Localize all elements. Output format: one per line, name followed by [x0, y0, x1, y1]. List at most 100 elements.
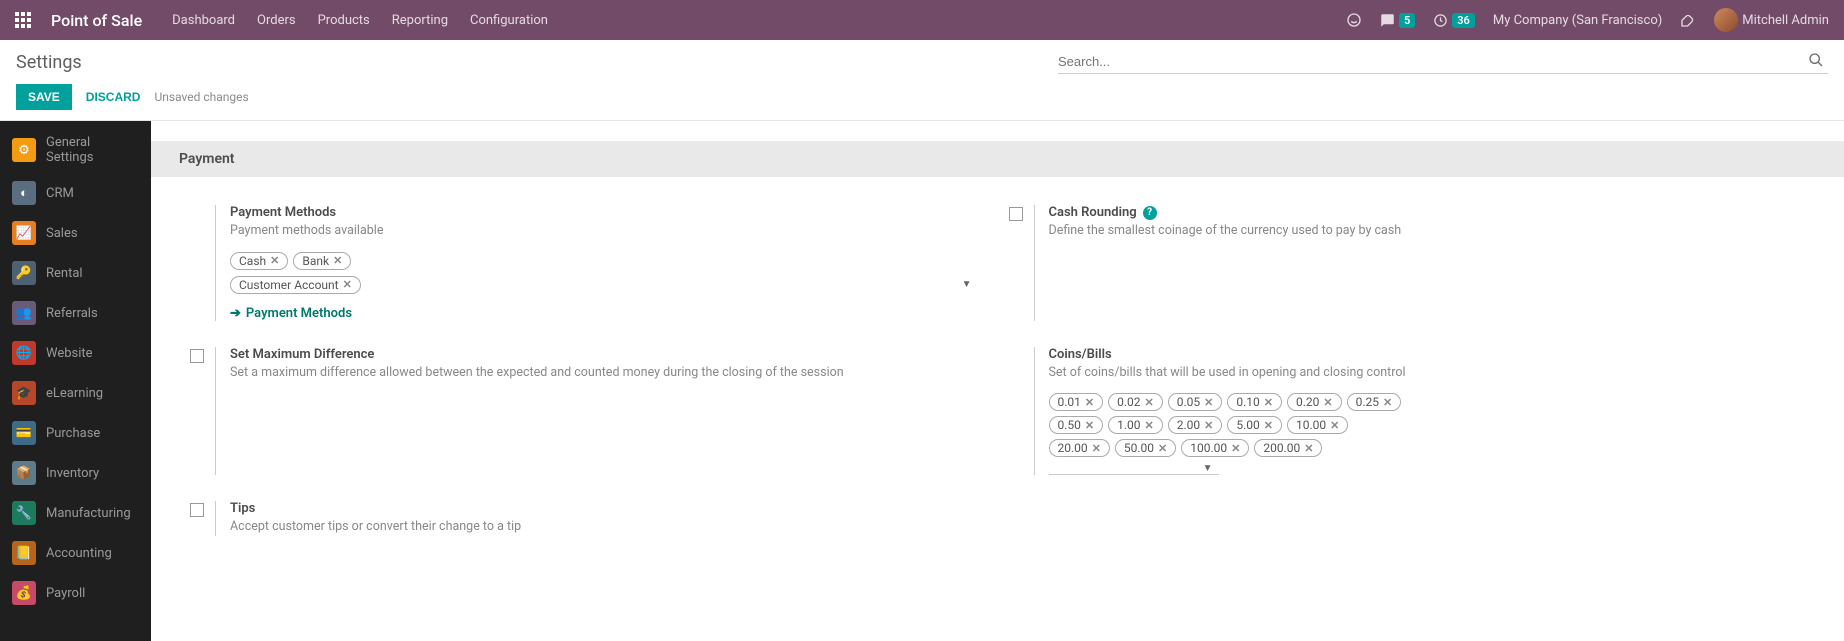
dropdown-caret-icon[interactable]: ▼: [1197, 463, 1219, 474]
sidebar-item-elearning[interactable]: 🎓eLearning: [0, 373, 151, 413]
settings-content: Payment Payment Methods Payment methods …: [151, 121, 1844, 641]
remove-icon[interactable]: ✕: [343, 278, 352, 291]
save-button[interactable]: SAVE: [16, 84, 72, 110]
sidebar-item-website[interactable]: 🌐Website: [0, 333, 151, 373]
payment-method-tags: Cash✕ Bank✕: [230, 252, 978, 270]
tag-coin[interactable]: 200.00✕: [1254, 439, 1322, 457]
coins-tags: 0.01✕0.02✕ 0.05✕0.10✕ 0.20✕ 0.25✕ 0.50✕1.00✕…: [1049, 393, 1409, 457]
help-icon[interactable]: ?: [1143, 206, 1157, 220]
user-menu[interactable]: Mitchell Admin: [1714, 8, 1829, 32]
nav-products[interactable]: Products: [318, 13, 370, 28]
tag-coin[interactable]: 0.50✕: [1049, 416, 1104, 434]
setting-title: Payment Methods: [230, 205, 978, 220]
setting-tips: Tips Accept customer tips or convert the…: [179, 493, 998, 554]
activities-icon[interactable]: 36: [1433, 13, 1475, 28]
setting-title: Set Maximum Difference: [230, 347, 978, 362]
action-row: SAVE DISCARD Unsaved changes: [16, 84, 1828, 120]
tag-customer-account[interactable]: Customer Account✕: [230, 276, 361, 294]
nav-configuration[interactable]: Configuration: [470, 13, 548, 28]
remove-icon[interactable]: ✕: [1330, 419, 1339, 432]
remove-icon[interactable]: ✕: [1092, 442, 1101, 455]
sidebar-item-rental[interactable]: 🔑Rental: [0, 253, 151, 293]
tag-coin[interactable]: 1.00✕: [1108, 416, 1163, 434]
sidebar-item-manufacturing[interactable]: 🔧Manufacturing: [0, 493, 151, 533]
payment-methods-link[interactable]: ➔ Payment Methods: [230, 306, 352, 321]
handshake-icon: ◐: [12, 181, 36, 205]
setting-title: Coins/Bills: [1049, 347, 1797, 362]
tag-coin[interactable]: 20.00✕: [1049, 439, 1110, 457]
tag-coin[interactable]: 0.02✕: [1108, 393, 1163, 411]
search-input[interactable]: [1058, 50, 1804, 73]
tag-coin[interactable]: 0.10✕: [1227, 393, 1282, 411]
checkbox-max-difference[interactable]: [190, 349, 204, 363]
sidebar-item-purchase[interactable]: 💳Purchase: [0, 413, 151, 453]
money-icon: 💰: [12, 581, 36, 605]
tag-bank[interactable]: Bank✕: [293, 252, 351, 270]
graduation-icon: 🎓: [12, 381, 36, 405]
tag-coin[interactable]: 2.00✕: [1168, 416, 1223, 434]
sidebar-item-label: Accounting: [46, 546, 112, 561]
key-icon: 🔑: [12, 261, 36, 285]
search-box[interactable]: [1058, 50, 1828, 74]
support-icon[interactable]: [1346, 12, 1362, 28]
nav-reporting[interactable]: Reporting: [392, 13, 448, 28]
remove-icon[interactable]: ✕: [1145, 419, 1154, 432]
remove-icon[interactable]: ✕: [1145, 396, 1154, 409]
tag-coin[interactable]: 5.00✕: [1227, 416, 1282, 434]
remove-icon[interactable]: ✕: [1204, 419, 1213, 432]
remove-icon[interactable]: ✕: [270, 254, 279, 267]
debug-icon[interactable]: [1680, 12, 1696, 28]
navbar-left: Point of Sale Dashboard Orders Products …: [15, 11, 548, 30]
sidebar-item-crm[interactable]: ◐CRM: [0, 173, 151, 213]
tag-coin[interactable]: 100.00✕: [1181, 439, 1249, 457]
nav-orders[interactable]: Orders: [257, 13, 296, 28]
box-icon: 📦: [12, 461, 36, 485]
sidebar-item-general-settings[interactable]: ⚙ General Settings: [0, 127, 151, 173]
main-area: ⚙ General Settings ◐CRM 📈Sales 🔑Rental 👥R…: [0, 120, 1844, 641]
tag-coin[interactable]: 50.00✕: [1115, 439, 1176, 457]
tag-coin[interactable]: 10.00✕: [1287, 416, 1348, 434]
gear-icon: ⚙: [12, 138, 36, 162]
remove-icon[interactable]: ✕: [1085, 419, 1094, 432]
remove-icon[interactable]: ✕: [1264, 419, 1273, 432]
remove-icon[interactable]: ✕: [1085, 396, 1094, 409]
nav-dashboard[interactable]: Dashboard: [172, 13, 235, 28]
activities-badge: 36: [1452, 13, 1475, 28]
sidebar-item-sales[interactable]: 📈Sales: [0, 213, 151, 253]
remove-icon[interactable]: ✕: [1204, 396, 1213, 409]
tag-coin[interactable]: 0.01✕: [1049, 393, 1104, 411]
messages-icon[interactable]: 5: [1380, 13, 1415, 28]
checkbox-tips[interactable]: [190, 503, 204, 517]
remove-icon[interactable]: ✕: [1383, 396, 1392, 409]
tag-coin[interactable]: 0.20✕: [1287, 393, 1342, 411]
setting-desc: Set a maximum difference allowed between…: [230, 364, 978, 382]
sidebar-item-referrals[interactable]: 👥Referrals: [0, 293, 151, 333]
discard-button[interactable]: DISCARD: [86, 90, 141, 104]
tag-cash[interactable]: Cash✕: [230, 252, 288, 270]
status-text: Unsaved changes: [154, 90, 248, 104]
search-icon[interactable]: [1804, 52, 1828, 72]
chart-icon: 📈: [12, 221, 36, 245]
app-brand[interactable]: Point of Sale: [51, 11, 142, 30]
remove-icon[interactable]: ✕: [1323, 396, 1332, 409]
remove-icon[interactable]: ✕: [1264, 396, 1273, 409]
apps-icon[interactable]: [15, 12, 31, 28]
tag-coin[interactable]: 0.05✕: [1168, 393, 1223, 411]
tag-coin[interactable]: 0.25✕: [1347, 393, 1402, 411]
top-navbar: Point of Sale Dashboard Orders Products …: [0, 0, 1844, 40]
dropdown-caret-icon[interactable]: ▼: [956, 279, 978, 290]
coins-dropdown[interactable]: ▼: [1049, 463, 1219, 475]
sidebar-item-label: General Settings: [46, 135, 139, 165]
sidebar-item-accounting[interactable]: 📒Accounting: [0, 533, 151, 573]
checkbox-cash-rounding[interactable]: [1009, 207, 1023, 221]
remove-icon[interactable]: ✕: [1231, 442, 1240, 455]
setting-body: Payment Methods Payment methods availabl…: [215, 205, 978, 321]
sidebar-item-payroll[interactable]: 💰Payroll: [0, 573, 151, 613]
sidebar-item-inventory[interactable]: 📦Inventory: [0, 453, 151, 493]
setting-check-placeholder: [998, 347, 1034, 476]
setting-max-difference: Set Maximum Difference Set a maximum dif…: [179, 339, 998, 494]
remove-icon[interactable]: ✕: [1304, 442, 1313, 455]
company-switcher[interactable]: My Company (San Francisco): [1493, 13, 1662, 28]
remove-icon[interactable]: ✕: [1158, 442, 1167, 455]
remove-icon[interactable]: ✕: [333, 254, 342, 267]
